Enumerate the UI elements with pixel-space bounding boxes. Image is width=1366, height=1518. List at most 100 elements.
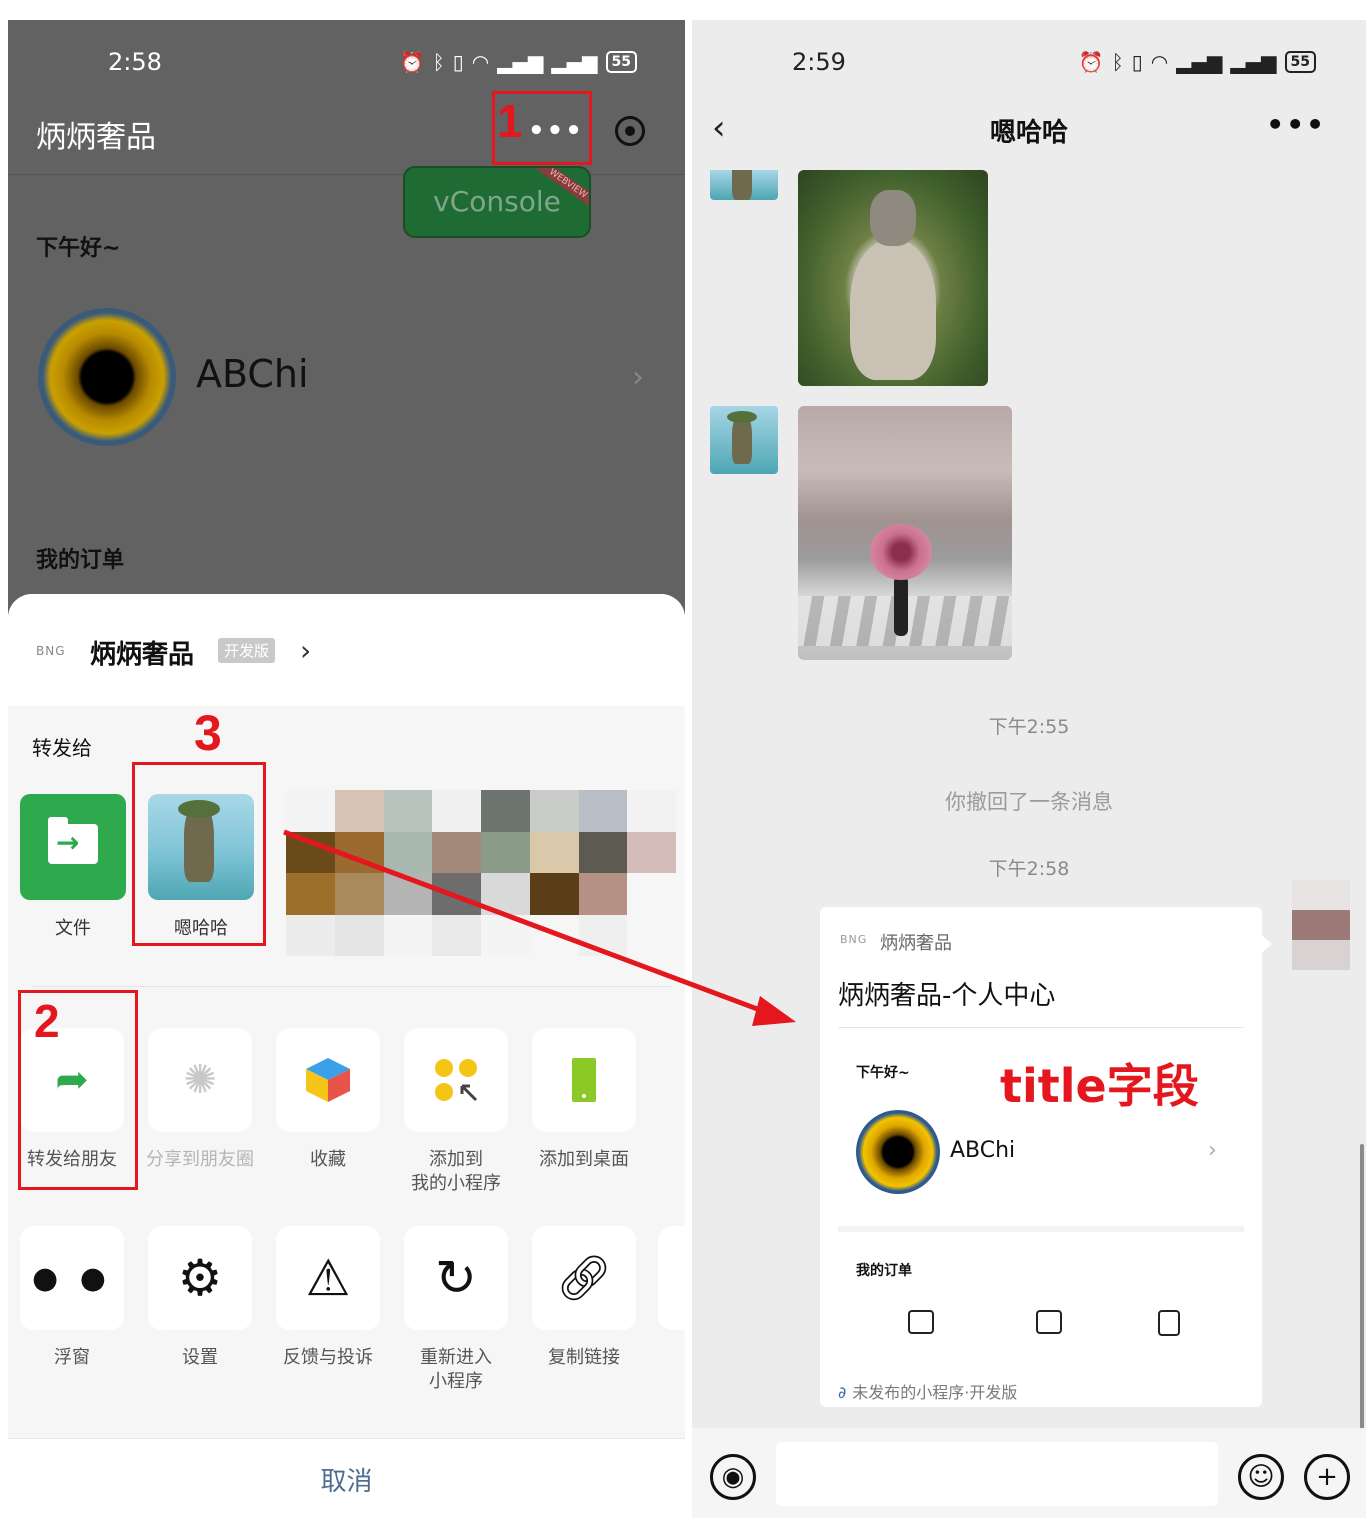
pending-payment-icon (908, 1310, 934, 1334)
action-label: 分享到朋友圈 (146, 1149, 254, 1170)
more-action-partial[interactable] (658, 1226, 685, 1330)
vconsole-button[interactable]: vConsole WEBVIEW (403, 166, 591, 238)
brand-logo: BNG (36, 644, 66, 658)
preview-greeting: 下午好~ (856, 1065, 910, 1081)
timestamp: 下午2:58 (988, 858, 1070, 880)
mini-program-link-icon: ∂ (838, 1383, 847, 1402)
user-name: ABChi (196, 352, 309, 396)
card-footer-text: 未发布的小程序·开发版 (852, 1383, 1018, 1402)
chat-input-bar: ◉ ☺ + (692, 1428, 1366, 1518)
link-icon: 🔗︎ (532, 1226, 636, 1330)
timestamp: 下午2:55 (988, 716, 1070, 738)
recall-notice: 你撤回了一条消息 (945, 790, 1113, 814)
reload-mini-program-button[interactable]: ↻ 重新进入 小程序 (402, 1226, 510, 1394)
chevron-right-icon: › (1208, 1138, 1217, 1163)
card-title: 炳炳奢品-个人中心 (838, 981, 1056, 1011)
copy-link-button[interactable]: 🔗︎ 复制链接 (530, 1226, 638, 1370)
mini-program-card[interactable]: BNG 炳炳奢品 炳炳奢品-个人中心 下午好~ ABChi › 我的订单 ∂ 未发… (820, 907, 1262, 1407)
wifi-icon: ◠ (1150, 50, 1169, 74)
reload-icon: ↻ (404, 1226, 508, 1330)
forward-to-label: 转发给 (32, 736, 92, 760)
action-label: 添加到 我的小程序 (411, 1149, 501, 1194)
pending-receipt-icon (1036, 1310, 1062, 1334)
dev-version-badge: 开发版 (218, 638, 276, 663)
contact-file-transfer[interactable]: → 文件 (20, 794, 126, 940)
emoji-icon[interactable]: ☺ (1238, 1454, 1284, 1500)
sheet-divider (32, 986, 672, 987)
alarm-icon: ⏰ (399, 50, 425, 74)
annotation-step-2: 2 (34, 995, 60, 1047)
float-window-button[interactable]: ● ● 浮窗 (18, 1226, 126, 1370)
status-time: 2:58 (108, 48, 162, 76)
card-app-name: 炳炳奢品 (880, 933, 952, 954)
battery-icon: 55 (1284, 51, 1316, 73)
gear-icon: ⚙ (148, 1226, 252, 1330)
bubble-tail (1260, 934, 1272, 954)
status-bar: 2:58 ⏰ ᛒ ▯ ◠ ▂▄▆ ▂▄▆ 55 (8, 20, 685, 102)
action-label: 反馈与投诉 (283, 1347, 373, 1368)
sheet-footer: 取消 (8, 1438, 685, 1518)
wifi-icon: ◠ (471, 50, 490, 74)
settings-button[interactable]: ⚙ 设置 (146, 1226, 254, 1370)
cancel-button[interactable]: 取消 (8, 1461, 685, 1498)
more-menu-button[interactable]: ••• (1266, 108, 1326, 141)
contact-avatar[interactable] (710, 406, 778, 474)
add-to-desktop-button[interactable]: 添加到桌面 (530, 1028, 638, 1172)
feedback-button[interactable]: ⚠ 反馈与投诉 (274, 1226, 382, 1370)
plus-icon[interactable]: + (1304, 1454, 1350, 1500)
favorite-button[interactable]: 收藏 (274, 1028, 382, 1172)
status-icons: ⏰ ᛒ ▯ ◠ ▂▄▆ ▂▄▆ 55 (1079, 50, 1316, 74)
all-orders-icon (1158, 1310, 1180, 1336)
annotation-box-3 (132, 762, 266, 946)
contact-name: 文件 (55, 918, 91, 939)
self-avatar[interactable] (1292, 880, 1350, 1000)
bluetooth-icon: ᛒ (432, 50, 445, 74)
float-window-icon: ● ● (20, 1226, 124, 1330)
image-message[interactable] (798, 406, 1012, 660)
action-label: 重新进入 小程序 (420, 1347, 492, 1392)
annotation-step-1: 1 (497, 95, 523, 147)
close-mini-program-icon[interactable] (615, 116, 645, 146)
add-mini-program-icon (404, 1028, 508, 1132)
right-phone-screen: 2:59 ⏰ ᛒ ▯ ◠ ▂▄▆ ▂▄▆ 55 ‹ 嗯哈哈 ••• 下午2:55… (692, 20, 1366, 1518)
action-label: 添加到桌面 (539, 1149, 629, 1170)
battery-icon: 55 (605, 51, 637, 73)
share-moments-button[interactable]: ✺ 分享到朋友圈 (146, 1028, 254, 1172)
favorite-icon (276, 1028, 380, 1132)
signal-icon-2: ▂▄▆ (1230, 50, 1277, 74)
card-brand-logo: BNG (840, 933, 868, 946)
sheet-header[interactable]: BNG 炳炳奢品 开发版 › (8, 594, 685, 706)
action-label: 复制链接 (548, 1347, 620, 1368)
card-footer: ∂ 未发布的小程序·开发版 (838, 1379, 1017, 1403)
annotation-title-field: title字段 (1000, 1059, 1199, 1113)
status-time: 2:59 (792, 48, 846, 76)
greeting: 下午好~ (36, 236, 121, 261)
scrollbar[interactable] (1360, 1144, 1364, 1432)
warning-icon: ⚠ (276, 1226, 380, 1330)
chevron-right-icon: › (632, 360, 644, 395)
chat-header: ‹ 嗯哈哈 ••• (692, 102, 1366, 166)
alarm-icon: ⏰ (1078, 50, 1104, 74)
preview-user-name: ABChi (950, 1138, 1016, 1163)
vibrate-icon: ▯ (1131, 50, 1143, 74)
moments-icon: ✺ (148, 1028, 252, 1132)
signal-icon-2: ▂▄▆ (551, 50, 598, 74)
blurred-contacts (286, 790, 676, 956)
orders-heading: 我的订单 (36, 548, 125, 573)
signal-icon: ▂▄▆ (497, 50, 544, 74)
preview-orders-heading: 我的订单 (856, 1263, 912, 1279)
vconsole-label: vConsole (433, 185, 561, 218)
add-desktop-icon (532, 1028, 636, 1132)
action-label: 设置 (182, 1347, 218, 1368)
action-label: 收藏 (310, 1149, 346, 1170)
add-to-my-mini-programs-button[interactable]: 添加到 我的小程序 (402, 1028, 510, 1196)
message-input[interactable] (776, 1442, 1218, 1506)
contact-avatar[interactable] (710, 170, 778, 200)
sheet-title: 炳炳奢品 (90, 640, 195, 670)
chevron-right-icon: › (300, 634, 312, 667)
voice-icon[interactable]: ◉ (710, 1454, 756, 1500)
image-message[interactable] (798, 170, 988, 386)
left-phone-screen: 2:58 ⏰ ᛒ ▯ ◠ ▂▄▆ ▂▄▆ 55 炳炳奢品 ••• vConsol… (8, 20, 685, 1518)
signal-icon: ▂▄▆ (1176, 50, 1223, 74)
action-label: 浮窗 (54, 1347, 90, 1368)
